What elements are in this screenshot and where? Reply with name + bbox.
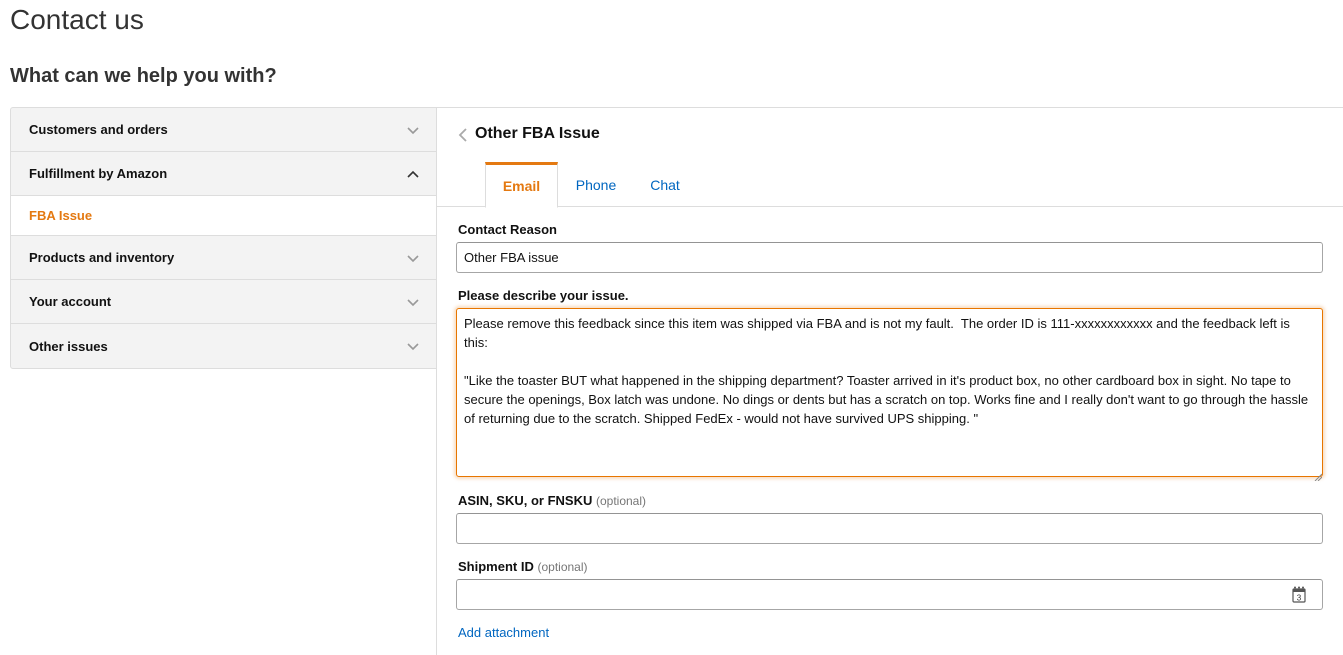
page-title: Contact us <box>10 4 144 35</box>
chevron-down-icon <box>406 295 420 309</box>
panel-header: Other FBA Issue <box>457 124 600 143</box>
accordion-item-fulfillment-by-amazon[interactable]: Fulfillment by Amazon <box>11 152 436 196</box>
contact-form-panel: Other FBA Issue Email Phone Chat Contact… <box>436 107 1343 655</box>
accordion-item-your-account[interactable]: Your account <box>11 280 436 324</box>
accordion-item-label: Other issues <box>29 338 108 354</box>
add-attachment-link[interactable]: Add attachment <box>458 625 549 640</box>
accordion-item-other-issues[interactable]: Other issues <box>11 324 436 368</box>
tab-chat[interactable]: Chat <box>641 162 689 207</box>
shipment-id-label: Shipment ID (optional) <box>458 559 588 574</box>
contact-method-tabs: Email Phone Chat <box>437 162 1343 208</box>
calendar-day-text: 3 <box>1297 594 1302 603</box>
accordion-item-label: FBA Issue <box>29 208 93 223</box>
chevron-down-icon <box>406 339 420 353</box>
contact-reason-input[interactable] <box>456 242 1323 273</box>
resize-grip-icon[interactable] <box>1314 468 1323 482</box>
asin-optional-text: (optional) <box>595 494 646 508</box>
accordion-item-label: Fulfillment by Amazon <box>29 166 168 181</box>
tab-phone[interactable]: Phone <box>567 162 625 207</box>
asin-label-text: ASIN, SKU, or FNSKU <box>458 493 593 508</box>
shipment-id-input[interactable] <box>456 579 1323 610</box>
chevron-left-icon[interactable] <box>457 127 469 143</box>
calendar-icon[interactable]: 3 <box>1291 586 1307 603</box>
chevron-down-icon <box>406 251 420 265</box>
accordion-item-label: Your account <box>29 294 112 309</box>
shipment-id-optional-text: (optional) <box>537 560 588 574</box>
describe-issue-label: Please describe your issue. <box>458 288 629 303</box>
shipment-id-field: 3 <box>456 579 1323 610</box>
help-topics-accordion: Customers and orders Fulfillment by Amaz… <box>10 107 437 369</box>
page-subtitle: What can we help you with? <box>10 65 277 87</box>
shipment-id-label-text: Shipment ID <box>458 559 534 574</box>
accordion-item-label: Customers and orders <box>29 122 168 137</box>
accordion-item-customers-orders[interactable]: Customers and orders <box>11 108 436 152</box>
tab-email[interactable]: Email <box>485 162 558 208</box>
panel-title: Other FBA Issue <box>475 124 600 142</box>
accordion-subitem-fba-issue[interactable]: FBA Issue <box>11 196 436 236</box>
accordion-item-products-inventory[interactable]: Products and inventory <box>11 236 436 280</box>
chevron-down-icon <box>406 123 420 137</box>
asin-label: ASIN, SKU, or FNSKU (optional) <box>458 493 646 508</box>
describe-issue-textarea[interactable]: Please remove this feedback since this i… <box>456 308 1323 477</box>
contact-reason-label: Contact Reason <box>458 222 557 237</box>
chevron-up-icon <box>406 167 420 181</box>
accordion-item-label: Products and inventory <box>29 250 175 265</box>
asin-input[interactable] <box>456 513 1323 544</box>
